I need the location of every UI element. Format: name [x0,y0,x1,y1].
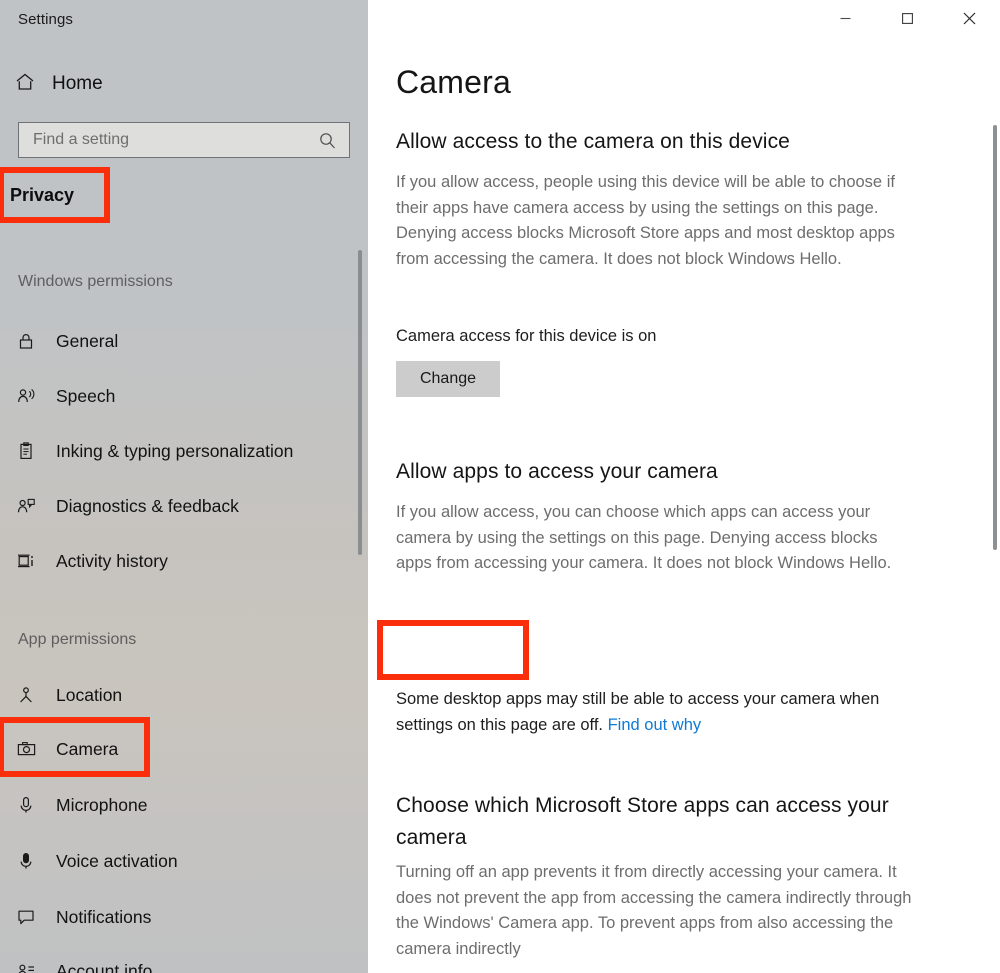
sidebar-item-activity-history[interactable]: Activity history [14,540,354,582]
section-body-store-apps: Turning off an app prevents it from dire… [396,863,912,958]
sidebar-item-label: Account info [56,960,153,973]
sidebar-item-home[interactable]: Home [14,68,214,100]
sidebar-item-label: General [56,330,119,351]
sidebar-section-heading-windows-permissions: Windows permissions [18,273,173,290]
sidebar-item-diagnostics-feedback[interactable]: Diagnostics & feedback [14,485,354,527]
sidebar-scrollbar-thumb[interactable] [358,250,362,555]
sidebar-section-heading-app-permissions: App permissions [18,631,137,648]
sidebar-item-label: Voice activation [56,850,178,871]
close-button[interactable] [938,0,1000,36]
sidebar-item-label: Speech [56,385,116,406]
section-heading-store-apps: Choose which Microsoft Store apps can ac… [396,794,889,849]
sidebar-item-label: Microphone [56,794,148,815]
sidebar-item-general[interactable]: General [14,320,354,362]
minimize-icon [840,17,850,19]
sidebar-item-account-info[interactable]: Account info [14,950,354,973]
close-icon [963,12,975,24]
main-content: Camera Allow access to the camera on thi… [368,0,1000,973]
page-title: Camera [396,64,512,100]
account-info-icon [14,961,38,973]
clipboard-pen-icon [14,441,38,461]
sidebar-item-camera[interactable]: Camera [14,728,354,770]
sidebar-item-label: Location [56,684,123,705]
search-placeholder: Find a setting [33,131,130,148]
sidebar-item-label: Diagnostics & feedback [56,495,239,516]
camera-access-status: Camera access for this device is on [396,327,657,345]
lock-icon [14,331,38,351]
section-body-device-access: If you allow access, people using this d… [396,173,895,268]
sidebar-item-speech[interactable]: Speech [14,375,354,417]
sidebar-item-label: Notifications [56,906,152,927]
activity-history-icon [14,551,38,571]
settings-window: Settings Home Find a setting Privacy Win… [0,0,1000,973]
selection-indicator-camera [0,728,4,766]
sidebar-privacy-label: Privacy [10,184,75,205]
sidebar-scrollbar[interactable] [354,0,366,973]
sidebar-item-label: Activity history [56,550,168,571]
voice-activation-icon [14,851,38,871]
person-feedback-icon [14,496,38,516]
find-out-why-link[interactable]: Find out why [608,716,702,734]
toggle-annotation-backdrop [383,626,523,674]
sidebar-item-label: Inking & typing personalization [56,440,294,461]
sidebar: Settings Home Find a setting Privacy Win… [0,0,368,973]
notification-bubble-icon [14,907,38,927]
sidebar-item-voice-activation[interactable]: Voice activation [14,840,354,882]
sidebar-home-label: Home [52,73,103,94]
maximize-icon [901,12,913,24]
app-title: Settings [18,11,73,28]
change-button[interactable]: Change [396,361,500,397]
desktop-apps-note: Some desktop apps may still be able to a… [396,687,912,738]
sidebar-item-microphone[interactable]: Microphone [14,784,354,826]
sidebar-item-notifications[interactable]: Notifications [14,896,354,938]
window-controls [814,0,1000,36]
search-input[interactable]: Find a setting [18,122,350,158]
microphone-icon [14,795,38,815]
home-icon [14,71,36,98]
sidebar-item-privacy[interactable]: Privacy [10,176,102,214]
section-body-apps-access: If you allow access, you can choose whic… [396,503,892,572]
speech-person-icon [14,386,38,406]
minimize-button[interactable] [814,0,876,36]
camera-icon [14,739,38,760]
location-pin-icon [14,685,38,705]
sidebar-item-inking-typing-personalization[interactable]: Inking & typing personalization [14,430,354,472]
sidebar-item-label: Camera [56,738,119,759]
sidebar-item-location[interactable]: Location [14,674,354,716]
section-heading-apps-access: Allow apps to access your camera [396,460,718,483]
maximize-button[interactable] [876,0,938,36]
main-scrollbar-thumb[interactable] [993,125,997,550]
section-heading-device-access: Allow access to the camera on this devic… [396,130,790,153]
search-icon [318,131,349,150]
